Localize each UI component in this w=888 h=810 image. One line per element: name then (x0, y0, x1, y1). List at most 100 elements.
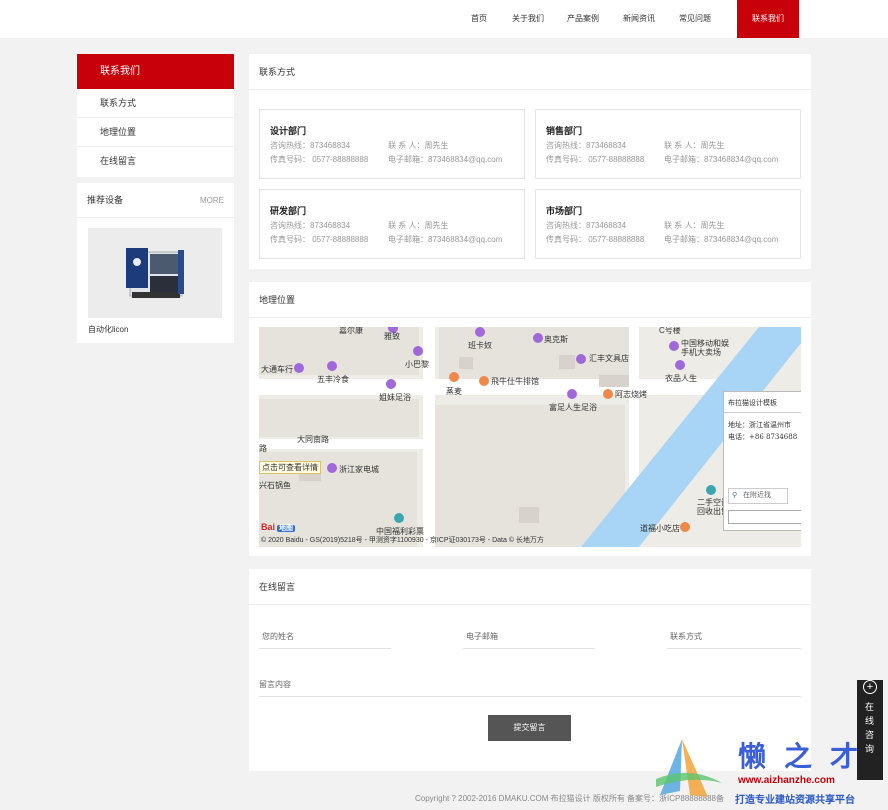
map-label: 嘉尔康 (339, 327, 363, 335)
location-panel-title: 地理位置 (249, 282, 811, 318)
recommend-box: 推荐设备 MORE 自动化licon (77, 183, 234, 343)
nearby-search-label: 在附近找 (743, 492, 771, 499)
nav-item-faq[interactable]: 常见问题 (673, 0, 717, 38)
top-navbar: 首页 关于我们 产品案例 新闻资讯 常见问题 联系我们 (0, 0, 888, 38)
map-pin-icon[interactable] (394, 513, 404, 523)
sidebar-item-contact-info[interactable]: 联系方式 (77, 89, 234, 118)
sidebar-menu: 联系我们 联系方式 地理位置 在线留言 (77, 54, 234, 177)
sidebar-item-message[interactable]: 在线留言 (77, 147, 234, 176)
dept-card: 市场部门 咨询热线：873468834 联 系 人：周先生 传真号码： 0577… (535, 189, 801, 259)
map-label: 姐妹足浴 (379, 393, 411, 402)
map-label: 道福小吃店 (640, 524, 680, 533)
map-pin-icon[interactable] (576, 354, 586, 364)
map-label: 小巴黎 (405, 360, 429, 369)
map-label: 大同南路 (297, 435, 329, 444)
dept-email: 电子邮箱：873468834@qq.com (664, 155, 779, 164)
map-label: 兴石锅鱼 (259, 481, 291, 490)
restaurant-pin-icon[interactable] (449, 372, 459, 382)
name-field[interactable]: 您的姓名 (259, 631, 391, 649)
info-divider (724, 412, 801, 413)
map-pin-icon[interactable] (386, 379, 396, 389)
info-tel-label: 电话： (728, 433, 749, 441)
submit-button[interactable]: 提交留言 (488, 715, 571, 741)
info-tel: +86 8734688 (749, 433, 798, 441)
nearby-search-input[interactable] (728, 510, 801, 524)
name-placeholder: 您的姓名 (262, 632, 294, 641)
dept-card: 研发部门 咨询热线：873468834 联 系 人：周先生 传真号码： 0577… (259, 189, 525, 259)
nav-item-news[interactable]: 新闻资讯 (617, 0, 661, 38)
watermark-url: www.aizhanzhe.com (738, 775, 835, 786)
machine-icon (126, 248, 184, 298)
email-placeholder: 电子邮箱 (466, 632, 498, 641)
recommend-title: 推荐设备 (87, 195, 124, 205)
dept-email: 电子邮箱：873468834@qq.com (388, 235, 503, 244)
contact-panel-title: 联系方式 (249, 54, 811, 90)
nav-item-about[interactable]: 关于我们 (506, 0, 550, 38)
restaurant-pin-icon[interactable] (680, 522, 690, 532)
dept-name: 市场部门 (546, 206, 583, 216)
info-address-label: 地址： (728, 421, 749, 429)
dept-contact: 联 系 人：周先生 (388, 221, 449, 230)
dept-hotline: 咨询热线：873468834 (270, 221, 351, 230)
map-pin-icon[interactable] (567, 389, 577, 399)
dept-name: 设计部门 (270, 126, 307, 136)
map-label: 浙江家电城 (339, 465, 379, 474)
map-pin-icon[interactable] (533, 333, 543, 343)
dept-hotline: 咨询热线：873468834 (546, 141, 627, 150)
dept-fax: 传真号码： 0577-88888888 (546, 155, 645, 164)
dept-card: 销售部门 咨询热线：873468834 联 系 人：周先生 传真号码： 0577… (535, 109, 801, 179)
map-pin-icon[interactable] (675, 360, 685, 370)
map-pin-icon[interactable] (327, 361, 337, 371)
message-textarea[interactable]: 留言内容 (259, 679, 801, 697)
dept-name: 研发部门 (270, 206, 307, 216)
sidebar-title: 联系我们 (77, 54, 234, 89)
map-pin-icon[interactable] (475, 327, 485, 337)
plus-icon[interactable]: + (863, 680, 877, 694)
restaurant-pin-icon[interactable] (603, 389, 613, 399)
sidebar-item-location[interactable]: 地理位置 (77, 118, 234, 147)
restaurant-pin-icon[interactable] (479, 376, 489, 386)
dept-contact: 联 系 人：周先生 (388, 141, 449, 150)
watermark-tagline: 打造专业建站资源共享平台 (735, 795, 855, 806)
watermark-title: 懒之才 (738, 740, 877, 773)
message-placeholder: 留言内容 (259, 680, 291, 689)
map-detail-hint[interactable]: 点击可查看详情 (259, 461, 321, 474)
dept-fax: 传真号码： 0577-88888888 (270, 235, 369, 244)
map-pin-icon[interactable] (706, 485, 716, 495)
info-address: 浙江省温州市 (749, 421, 791, 429)
info-tel-row: 电话：+86 8734688 (728, 432, 797, 442)
baidu-map[interactable]: 嘉尔康 雅致 班卡奴 奥克斯 C号楼 中国移动和娱 手机大卖场 大通车行 五丰冷… (259, 327, 801, 547)
nav-item-products[interactable]: 产品案例 (561, 0, 605, 38)
dept-email: 电子邮箱：873468834@qq.com (664, 235, 779, 244)
product-label[interactable]: 自动化licon (88, 324, 128, 335)
info-window-title: 布拉猫设计模板 (728, 399, 777, 407)
phone-field[interactable]: 联系方式 (667, 631, 801, 649)
map-label: C号楼 (659, 327, 681, 335)
dept-fax: 传真号码： 0577-88888888 (270, 155, 369, 164)
phone-placeholder: 联系方式 (670, 632, 702, 641)
info-address-row: 地址：浙江省温州市 (728, 420, 791, 430)
nav-item-contact[interactable]: 联系我们 (737, 0, 799, 38)
location-panel: 地理位置 嘉尔康 雅致 班卡奴 奥克斯 C号楼 中国移动和娱 手机大卖场 大通车… (249, 282, 811, 556)
dept-fax: 传真号码： 0577-88888888 (546, 235, 645, 244)
dept-contact: 联 系 人：周先生 (664, 221, 725, 230)
product-image[interactable] (88, 228, 222, 318)
dept-hotline: 咨询热线：873468834 (546, 221, 627, 230)
map-pin-icon[interactable] (327, 463, 337, 473)
nav-item-home[interactable]: 首页 (462, 0, 496, 38)
contact-panel: 联系方式 设计部门 咨询热线：873468834 联 系 人：周先生 传真号码：… (249, 54, 811, 269)
nearby-search-button[interactable]: ⚲ 在附近找 (728, 488, 788, 504)
map-label: 奥克斯 (544, 335, 568, 344)
map-info-window: 布拉猫设计模板 地址：浙江省温州市 电话：+86 8734688 ⚲ 在附近找 (723, 391, 801, 531)
map-pin-icon[interactable] (669, 341, 679, 351)
map-pin-icon[interactable] (413, 346, 423, 356)
email-field[interactable]: 电子邮箱 (463, 631, 595, 649)
map-pin-icon[interactable] (294, 363, 304, 373)
more-link[interactable]: MORE (200, 183, 224, 218)
dept-card: 设计部门 咨询热线：873468834 联 系 人：周先生 传真号码： 0577… (259, 109, 525, 179)
map-label: 蒸麦 (446, 387, 462, 396)
dept-contact: 联 系 人：周先生 (664, 141, 725, 150)
map-label: 雅致 (384, 332, 400, 341)
logo-badge: 地图 (277, 525, 296, 532)
map-label: 阿志烧烤 (615, 390, 647, 399)
